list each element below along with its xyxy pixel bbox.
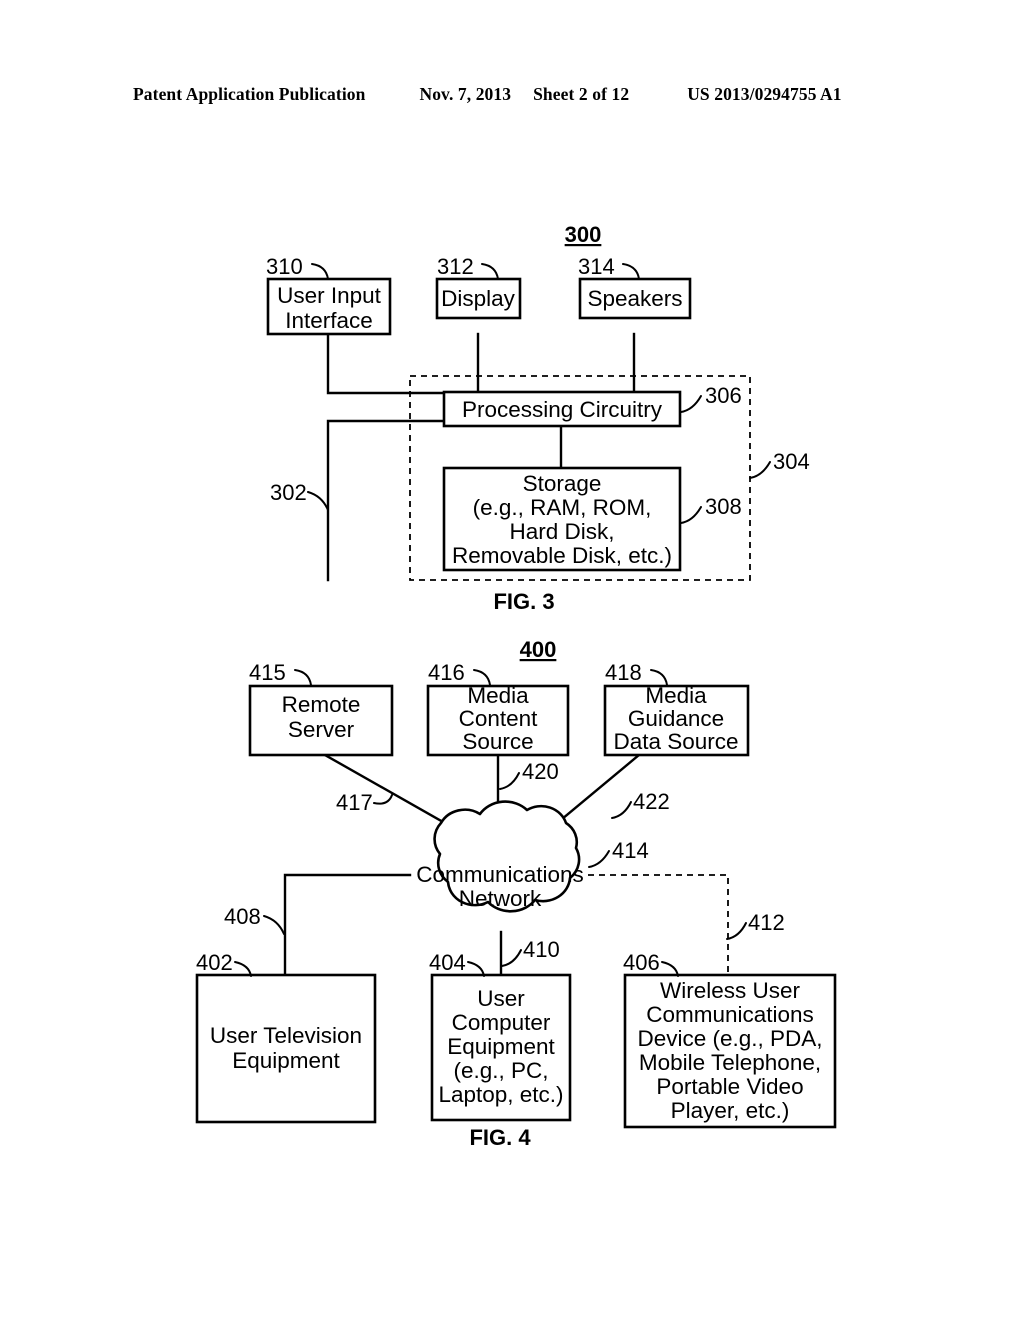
block-user-computer-equipment-line5: Laptop, etc.) [438, 1082, 563, 1107]
block-remote-server-line1: Remote [282, 692, 361, 717]
ref-410-leader [501, 949, 522, 967]
block-display-label: Display [441, 286, 516, 311]
ref-402-label: 402 [196, 950, 233, 975]
ref-314-label: 314 [578, 254, 615, 279]
patent-page: Patent Application Publication Nov. 7, 2… [0, 0, 1024, 1320]
block-storage-line4: Removable Disk, etc.) [452, 543, 672, 568]
figure-3-group: 300 User Input Interface Display Speaker… [266, 222, 810, 614]
block-user-input-interface-line1: User Input [277, 283, 382, 308]
ref-414-leader [588, 850, 610, 868]
ref-408-label: 408 [224, 904, 261, 929]
figure-3-caption: FIG. 3 [493, 589, 554, 614]
ref-304-label: 304 [773, 449, 810, 474]
ref-310-label: 310 [266, 254, 303, 279]
block-communications-network-line1: Communications [416, 862, 584, 887]
block-processing-circuitry-label: Processing Circuitry [462, 397, 663, 422]
block-media-guidance-data-source-line2: Guidance [628, 706, 724, 731]
ref-310-leader [311, 263, 329, 280]
ref-412-leader [726, 922, 747, 940]
ref-416-label: 416 [428, 660, 465, 685]
block-wireless-device-line4: Mobile Telephone, [639, 1050, 821, 1075]
ref-415-leader [294, 669, 312, 686]
ref-314-leader [622, 263, 640, 280]
block-wireless-device-line5: Portable Video [656, 1074, 803, 1099]
block-wireless-device-line6: Player, etc.) [671, 1098, 790, 1123]
link-user-input-to-processing [326, 332, 448, 395]
figure-4-group: 400 Communications Network Remote Server [195, 637, 837, 1150]
ref-306-leader [680, 395, 702, 413]
link-302-bus [326, 419, 448, 582]
ref-414-label: 414 [612, 838, 649, 863]
block-wireless-device-line1: Wireless User [660, 978, 801, 1003]
block-user-television-equipment-line1: User Television [210, 1023, 362, 1048]
block-storage-line2: (e.g., RAM, ROM, [473, 495, 652, 520]
ref-422-leader [611, 801, 632, 819]
ref-417-leader [373, 794, 393, 805]
block-user-computer-equipment-line3: Equipment [447, 1034, 555, 1059]
ref-312-leader [481, 263, 499, 280]
block-communications-network-line2: Network [459, 886, 542, 911]
block-user-television-equipment-line2: Equipment [232, 1048, 340, 1073]
block-wireless-device-line2: Communications [646, 1002, 814, 1027]
block-user-computer-equipment-line1: User [477, 986, 525, 1011]
block-speakers-label: Speakers [587, 286, 682, 311]
ref-420-leader [499, 772, 520, 790]
ref-418-label: 418 [605, 660, 642, 685]
ref-306-label: 306 [705, 383, 742, 408]
link-408-network-to-user-tv [283, 873, 412, 977]
block-user-computer-equipment-line4: (e.g., PC, [453, 1058, 548, 1083]
block-user-input-interface-line2: Interface [285, 308, 373, 333]
block-storage-line3: Hard Disk, [509, 519, 614, 544]
block-media-guidance-data-source-line1: Media [645, 683, 707, 708]
block-media-guidance-data-source-line3: Data Source [613, 729, 738, 754]
figure-4-caption: FIG. 4 [469, 1125, 531, 1150]
block-user-computer-equipment-line2: Computer [452, 1010, 551, 1035]
ref-304-leader [749, 461, 771, 479]
link-422-media-guidance-to-network [554, 753, 641, 826]
figure-4-system-number: 400 [520, 637, 557, 662]
ref-417-label: 417 [336, 790, 373, 815]
figures-drawing-area: 300 User Input Interface Display Speaker… [0, 0, 1024, 1320]
ref-406-label: 406 [623, 950, 660, 975]
figure-3-system-number: 300 [565, 222, 602, 247]
ref-415-label: 415 [249, 660, 286, 685]
block-storage-line1: Storage [523, 471, 602, 496]
ref-312-label: 312 [437, 254, 474, 279]
ref-408-leader [263, 915, 285, 935]
ref-302-label: 302 [270, 480, 307, 505]
ref-308-leader [680, 506, 702, 524]
ref-410-label: 410 [523, 937, 560, 962]
ref-412-label: 412 [748, 910, 785, 935]
block-media-content-source-line2: Content [459, 706, 539, 731]
block-media-content-source-line1: Media [467, 683, 529, 708]
ref-404-label: 404 [429, 950, 466, 975]
ref-420-label: 420 [522, 759, 559, 784]
ref-422-label: 422 [633, 789, 670, 814]
ref-308-label: 308 [705, 494, 742, 519]
block-wireless-device-line3: Device (e.g., PDA, [637, 1026, 822, 1051]
block-remote-server-line2: Server [288, 717, 355, 742]
block-media-content-source-line3: Source [462, 729, 533, 754]
ref-302-leader [307, 491, 329, 511]
